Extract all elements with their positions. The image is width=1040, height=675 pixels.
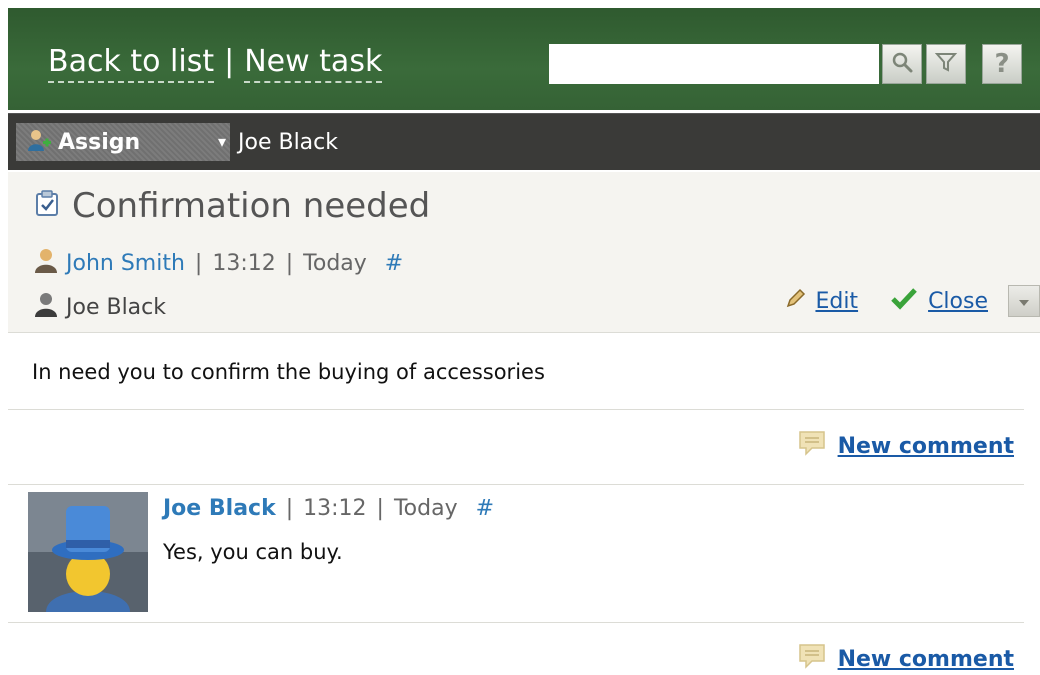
checkmark-icon [890,286,918,316]
avatar [28,492,148,612]
divider [8,484,1024,485]
close-link[interactable]: Close [928,289,988,314]
help-button[interactable]: ? [982,44,1022,84]
task-title-text: Confirmation needed [72,186,431,226]
meta-separator: | [285,250,294,276]
new-comment-link[interactable]: New comment [838,647,1014,672]
comment-date: Today [393,496,458,521]
nav-separator: | [224,44,235,79]
meta-separator: | [376,496,384,521]
edit-link[interactable]: Edit [815,289,858,314]
filter-button[interactable] [926,44,966,84]
task-responsible: Joe Black [32,290,166,324]
edit-action[interactable]: Edit [785,287,858,315]
close-action[interactable]: Close [890,286,988,316]
action-toolbar: Assign ▾ Joe Black [8,113,1040,170]
meta-separator: | [285,496,294,521]
task-description: In need you to confirm the buying of acc… [32,360,545,384]
responsible-name: Joe Black [66,294,166,320]
add-user-icon [26,127,52,157]
new-comment-action[interactable]: New comment [798,643,1014,675]
comment-text: Yes, you can buy. [163,540,343,564]
filter-icon [934,50,958,78]
assignee-name: Joe Black [238,130,338,155]
pencil-icon [785,287,807,315]
new-comment-action[interactable]: New comment [798,430,1014,462]
chevron-down-icon [1018,289,1030,314]
header-bar: Back to list | New task ? [8,8,1040,110]
task-page: Back to list | New task ? Assign ▾ Joe B… [8,0,1040,672]
help-icon: ? [994,49,1010,79]
comment-time: 13:12 [303,496,367,521]
divider [8,409,1024,410]
header-nav: Back to list | New task [48,44,383,83]
responsible-person-icon [32,290,60,324]
comment-item: Joe Black | 13:12 | Today # Yes, you can… [28,492,1018,616]
search-input[interactable] [549,44,879,84]
back-to-list-link[interactable]: Back to list [48,44,215,83]
task-date: Today [303,250,367,276]
author-person-icon [32,246,60,280]
new-task-link[interactable]: New task [244,44,383,83]
task-checkbox-icon [34,186,60,226]
task-author-link[interactable]: John Smith [66,251,185,276]
comment-permalink[interactable]: # [476,496,494,521]
task-actions: Edit Close [785,285,1040,317]
comment-meta: Joe Black | 13:12 | Today # [163,496,494,521]
search-icon [890,50,914,78]
more-actions-button[interactable] [1008,285,1040,317]
new-comment-link[interactable]: New comment [838,434,1014,459]
task-title: Confirmation needed [34,186,430,226]
search-button[interactable] [882,44,922,84]
task-header: Confirmation needed John Smith | 13:12 |… [8,172,1040,333]
task-time: 13:12 [212,250,276,276]
task-meta: John Smith | 13:12 | Today # [32,246,403,280]
divider [8,622,1024,623]
assign-button[interactable]: Assign ▾ [16,123,230,161]
comment-icon [798,643,826,675]
assign-dropdown-caret-icon: ▾ [217,132,226,151]
comment-icon [798,430,826,462]
task-permalink[interactable]: # [385,251,403,276]
assign-label: Assign [58,129,141,155]
meta-separator: | [194,250,203,276]
comment-author-link[interactable]: Joe Black [163,496,276,521]
